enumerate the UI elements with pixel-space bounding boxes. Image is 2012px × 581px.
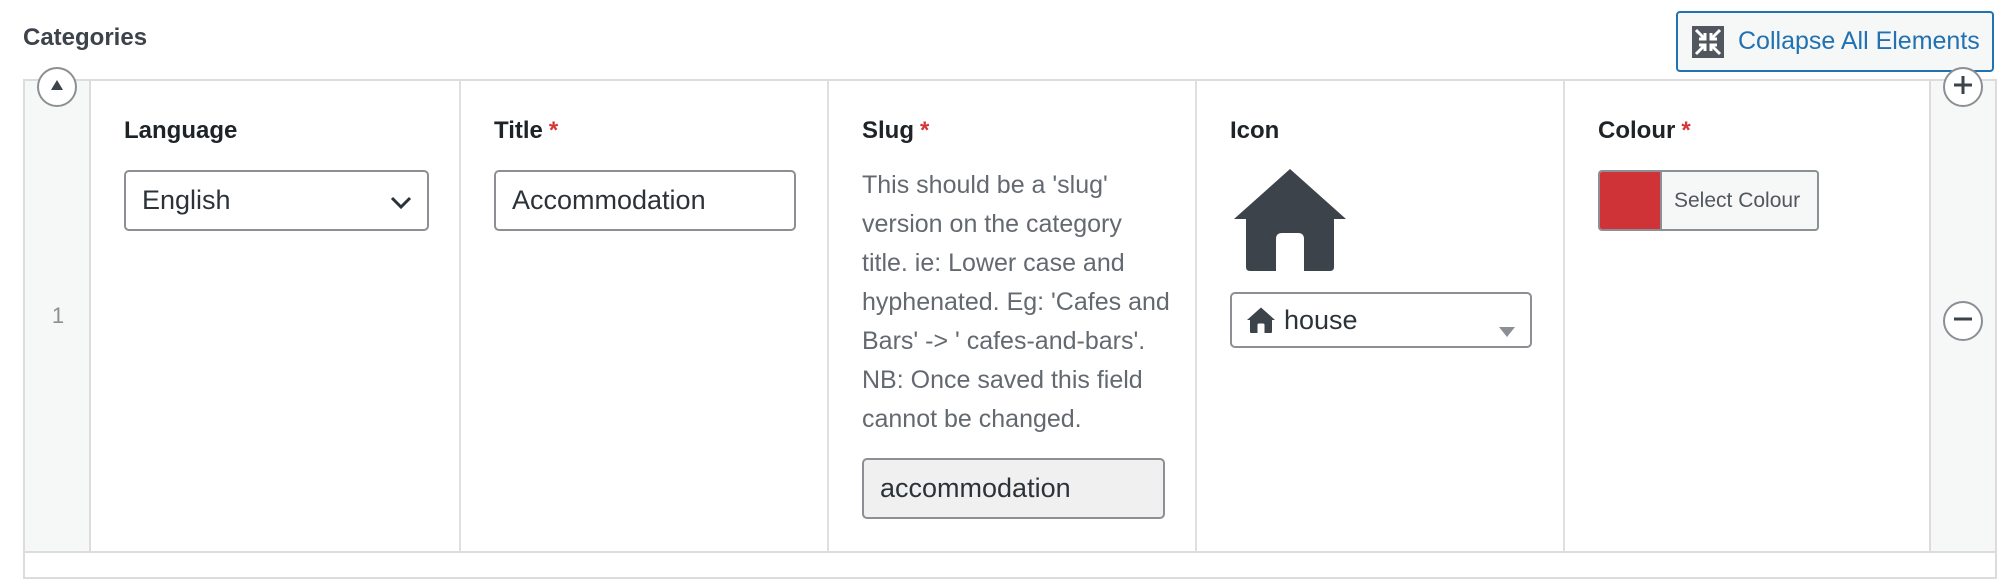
row-handle[interactable]: 1 [25, 67, 91, 551]
icon-select[interactable]: house [1230, 292, 1532, 348]
title-label: Title * [494, 117, 559, 144]
remove-row-button[interactable] [1943, 301, 1983, 341]
slug-label: Slug * [862, 117, 930, 144]
slug-description: This should be a 'slug' version on the c… [862, 171, 1170, 433]
next-row-edge [25, 551, 1995, 581]
collapse-row-button[interactable] [37, 67, 77, 107]
title-input[interactable]: Accommodation [494, 170, 796, 231]
required-marker: * [548, 117, 559, 144]
house-icon [1246, 307, 1276, 333]
colour-cell: Colour * Select Colour [1565, 81, 1933, 551]
collapse-icon [1692, 25, 1724, 58]
colour-swatch [1600, 172, 1662, 229]
minus-icon [1952, 308, 1974, 335]
caret-down-icon [1498, 314, 1516, 345]
categories-repeater: 1 Language English Title * Accommodation … [23, 67, 1997, 581]
section-title: Categories [23, 24, 148, 51]
slug-input[interactable]: accommodation [862, 458, 1165, 519]
icon-label: Icon [1230, 117, 1280, 144]
icon-select-value: house [1284, 304, 1358, 335]
select-colour-label: Select Colour [1674, 188, 1801, 212]
required-marker: * [1681, 117, 1691, 144]
collapse-all-button[interactable]: Collapse All Elements [1676, 11, 1994, 72]
collapse-all-label: Collapse All Elements [1738, 27, 1980, 55]
add-row-button[interactable] [1943, 67, 1983, 107]
colour-label: Colour * [1598, 117, 1691, 144]
required-marker: * [920, 117, 930, 144]
chevron-down-icon [389, 190, 413, 221]
row-actions [1929, 67, 1995, 551]
slug-cell: Slug * This should be a 'slug' version on… [829, 81, 1197, 551]
triangle-up-icon [50, 78, 64, 96]
language-select[interactable]: English [124, 170, 429, 231]
language-value: English [142, 185, 231, 215]
title-cell: Title * Accommodation [461, 81, 829, 551]
colour-picker-button[interactable]: Select Colour [1598, 170, 1819, 231]
language-label: Language [124, 117, 238, 144]
plus-icon [1952, 74, 1974, 101]
language-cell: Language English [91, 81, 461, 551]
row-number: 1 [51, 303, 65, 328]
house-icon [1232, 167, 1348, 276]
icon-cell: Icon house [1197, 81, 1565, 551]
